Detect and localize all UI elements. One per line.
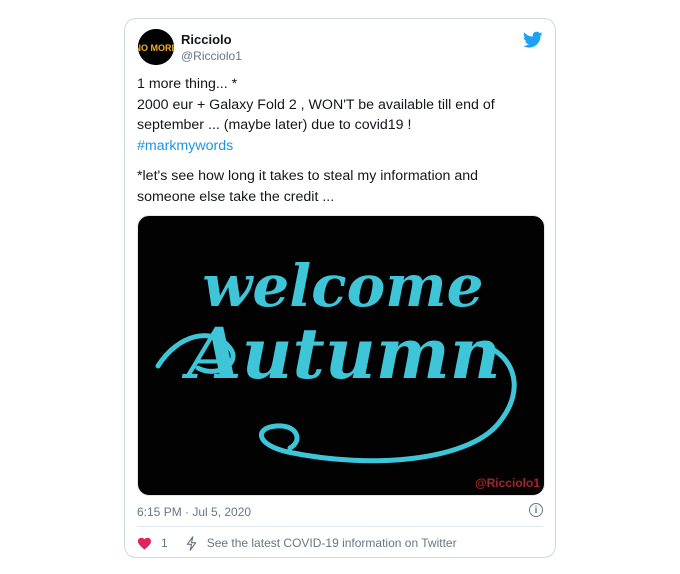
tweet-text: 1 more thing... * 2000 eur + Galaxy Fold…	[137, 74, 547, 207]
artwork-word-autumn: Autumn	[181, 312, 500, 395]
image-watermark: @Ricciolo1	[474, 476, 540, 490]
tweet-footer: 1 See the latest COVID-19 information on…	[137, 534, 543, 552]
avatar-logo: NO MORE	[138, 29, 174, 65]
avatar-logo-text: NO MORE	[138, 43, 174, 53]
tweet-text-line: *let's see how long it takes to steal my…	[137, 168, 479, 184]
user-handle[interactable]: @Ricciolo1	[181, 49, 242, 63]
hashtag-link[interactable]: #markmywords	[137, 136, 547, 157]
tweet-card[interactable]: NO MORE Ricciolo @Ricciolo1 1 more thing…	[124, 18, 556, 558]
tweet-text-line: 1 more thing... *	[137, 76, 238, 92]
divider	[137, 526, 543, 527]
avatar[interactable]: NO MORE	[138, 29, 174, 65]
covid-info-link[interactable]: See the latest COVID-19 information on T…	[207, 536, 457, 550]
like-count: 1	[161, 536, 168, 550]
welcome-autumn-artwork: welcome Autumn	[155, 252, 517, 464]
twitter-bird-icon[interactable]	[523, 31, 543, 49]
tweet-timestamp[interactable]: 6:15 PM · Jul 5, 2020	[137, 505, 251, 519]
tweet-text-line: someone else take the credit ...	[137, 188, 335, 205]
info-icon[interactable]: i	[529, 503, 543, 517]
tweet-media-image[interactable]: welcome Autumn @Ricciolo1	[137, 215, 545, 496]
artwork-word-welcome: welcome	[202, 252, 483, 320]
heart-icon[interactable]	[137, 536, 152, 550]
display-name[interactable]: Ricciolo	[181, 32, 232, 47]
tweet-text-line: september ... (maybe later) due to covid…	[137, 117, 412, 133]
lightning-bolt-icon	[186, 535, 196, 551]
tweet-text-line: 2000 eur + Galaxy Fold 2 , WON'T be avai…	[137, 96, 495, 113]
